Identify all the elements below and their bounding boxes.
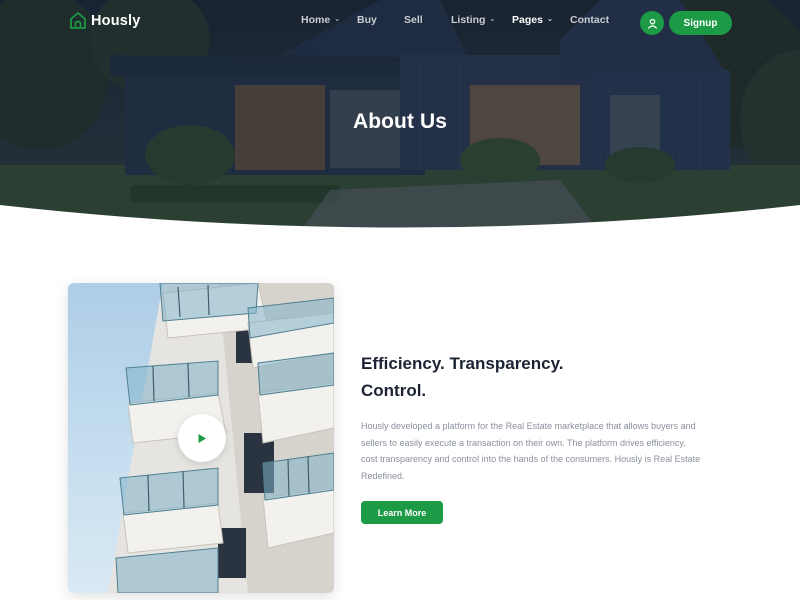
learn-more-button[interactable]: Learn More [361, 501, 443, 524]
play-icon [198, 433, 206, 443]
brand-name: Hously [91, 13, 141, 29]
nav-item-pages[interactable]: Pages ⌄ [512, 14, 553, 26]
about-headline: Efficiency. Transparency. Control. [361, 350, 691, 404]
nav-item-sell[interactable]: Sell [404, 14, 423, 26]
nav-item-buy[interactable]: Buy [357, 14, 377, 26]
signup-button[interactable]: Signup [669, 11, 732, 35]
nav-item-label: Buy [357, 14, 377, 26]
page-title: About Us [352, 110, 448, 133]
brand-logo[interactable]: Hously [70, 10, 141, 32]
chevron-down-icon: ⌄ [489, 15, 496, 23]
play-video-button[interactable] [178, 414, 226, 462]
user-icon [647, 18, 657, 29]
nav-item-label: Contact [570, 14, 610, 26]
nav-item-label: Home [301, 14, 331, 26]
user-account-button[interactable] [640, 11, 664, 35]
nav-item-label: Pages [512, 14, 543, 26]
chevron-down-icon: ⌄ [546, 15, 553, 23]
headline-line-1: Efficiency. Transparency. [361, 354, 564, 373]
nav-item-label: Sell [404, 14, 423, 26]
headline-line-2: Control. [361, 381, 427, 400]
house-icon [70, 12, 86, 29]
nav-item-home[interactable]: Home ⌄ [301, 14, 340, 26]
nav-item-contact[interactable]: Contact [570, 14, 609, 26]
nav-item-label: Listing [451, 14, 486, 26]
about-description: Hously developed a platform for the Real… [361, 421, 701, 481]
chevron-down-icon: ⌄ [334, 15, 341, 23]
nav-item-listing[interactable]: Listing ⌄ [451, 14, 495, 26]
